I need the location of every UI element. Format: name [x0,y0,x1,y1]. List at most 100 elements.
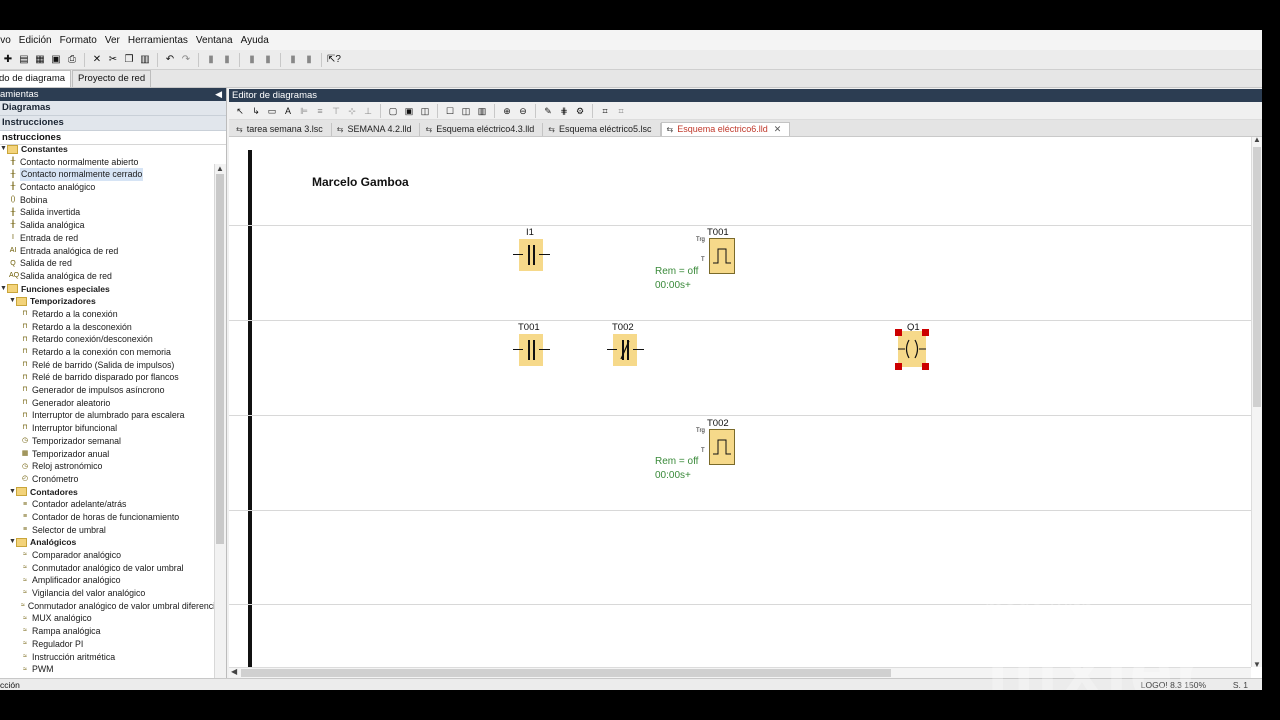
tree-item[interactable]: ╫ Contacto normalmente abierto [0,156,214,169]
tree-item[interactable]: ≈ MUX analógico [0,612,214,625]
align-left-icon[interactable]: ⊫ [298,105,310,117]
tree-item[interactable]: ⊓ Retardo conexión/desconexión [0,333,214,346]
new-file-icon[interactable]: ✚ [2,54,14,66]
offline-icon[interactable]: ▮ [303,54,315,66]
tree-item[interactable]: ⊓ Generador de impulsos asíncrono [0,384,214,397]
tree-item[interactable]: ⊓ Relé de barrido (Salida de impulsos) [0,359,214,372]
open-folder-icon[interactable]: ▦ [34,54,46,66]
tree-item[interactable]: ≈ Rampa analógica [0,625,214,638]
transfer-down-icon[interactable]: ▮ [262,54,274,66]
online-icon[interactable]: ▮ [287,54,299,66]
tree-item[interactable]: ⊓ Interruptor de alumbrado para escalera [0,409,214,422]
tree-scroll-thumb[interactable] [216,174,224,544]
section-instructions[interactable]: Instrucciones [0,116,226,131]
grid-icon[interactable]: ⋕ [558,105,570,117]
tree-item[interactable]: ╫ Salida analógica [0,219,214,232]
tree-item[interactable]: ⊓ Retardo a la conexión con memoria [0,346,214,359]
expand-toggle-icon[interactable]: ▼ [0,143,7,156]
menu-item-1[interactable]: Edición [15,35,56,46]
align-middle-icon[interactable]: ⊹ [346,105,358,117]
contact-t002-nc[interactable] [607,334,644,366]
tree-item[interactable]: ⊓ Generador aleatorio [0,397,214,410]
selection-handle[interactable] [895,363,902,370]
tree-item[interactable]: ≈ Vigilancia del valor analógico [0,587,214,600]
tree-item[interactable]: ⊓ Interruptor bifuncional [0,422,214,435]
properties-icon[interactable]: ⚙ [574,105,586,117]
selection-handle[interactable] [895,329,902,336]
contact-t001[interactable] [513,334,550,366]
tree-item[interactable]: ◴ Cronómetro [0,473,214,486]
menu-item-3[interactable]: Ver [101,35,124,46]
canvas-vertical-scrollbar[interactable]: ▲ ▼ [1251,135,1262,669]
undo-icon[interactable]: ↶ [164,54,176,66]
align-bottom-icon[interactable]: ⊥ [362,105,374,117]
tree-folder[interactable]: ▼ Contadores [0,486,214,499]
selection-handle[interactable] [922,329,929,336]
document-tab[interactable]: ⇆ tarea semana 3.lsc [231,123,332,136]
tree-item[interactable]: Q Salida de red [0,257,214,270]
tree-item[interactable]: ╫ Contacto analógico [0,181,214,194]
print-icon[interactable]: ⎙ [66,54,78,66]
tree-item[interactable]: ⊓ Retardo a la conexión [0,308,214,321]
align-center-icon[interactable]: ≡ [314,105,326,117]
constants-icon[interactable]: ▭ [266,105,278,117]
zoom-out-icon[interactable]: ⊖ [517,105,529,117]
timer-t002[interactable] [709,429,735,465]
redo-icon[interactable]: ↷ [180,54,192,66]
tree-item[interactable]: ≡ Contador adelante/atrás [0,498,214,511]
tree-item[interactable]: ≈ Conmutador analógico de valor umbral [0,562,214,575]
zoom-in-icon[interactable]: ⊕ [501,105,513,117]
block-icon[interactable]: ▢ [387,105,399,117]
cut-icon[interactable]: ✂ [107,54,119,66]
coil-q1[interactable] [895,329,929,370]
scroll-up-icon[interactable]: ▲ [1253,135,1261,144]
scroll-down-icon[interactable]: ▼ [1253,660,1261,669]
align-top-icon[interactable]: ⊤ [330,105,342,117]
section-diagrams[interactable]: Diagramas [0,101,226,116]
tree-item[interactable]: ≈ PWM [0,663,214,676]
expand-toggle-icon[interactable]: ▼ [9,536,16,549]
contact-i1[interactable] [513,239,550,271]
simulation-icon[interactable]: ▮ [205,54,217,66]
tree-item[interactable]: ≈ Amplificador analógico [0,574,214,587]
tree-item[interactable]: ⊓ Relé de barrido disparado por flancos [0,371,214,384]
view-single-icon[interactable]: ☐ [444,105,456,117]
network-alt-icon[interactable]: ⌗ [615,105,627,117]
tree-item[interactable]: () Bobina [0,194,214,207]
ladder-canvas[interactable]: Marcelo Gamboa I1 T001 Trg T Rem = off 0… [229,137,1251,667]
document-tab[interactable]: ⇆ Esquema eléctrico5.lsc [543,123,661,136]
tree-item[interactable]: ╫ Contacto normalmente cerrado [0,168,214,182]
menu-item-4[interactable]: Herramientas [124,35,192,46]
select-pointer-icon[interactable]: ↖ [234,105,246,117]
canvas-vscroll-thumb[interactable] [1253,147,1261,407]
tree-item[interactable]: ≈ Regulador PI [0,638,214,651]
network-icon[interactable]: ⌗ [599,105,611,117]
canvas-hscroll-thumb[interactable] [241,669,891,677]
simulation-stop-icon[interactable]: ▮ [221,54,233,66]
tree-item[interactable]: ≈ Instrucción aritmética [0,651,214,664]
tree-item[interactable]: ≈ Conmutador analógico de valor umbral di… [0,600,214,613]
tree-item[interactable]: ▦ Temporizador anual [0,448,214,461]
menu-item-5[interactable]: Ventana [192,35,237,46]
tree-item[interactable]: ≡ Selector de umbral [0,524,214,537]
block-alt-icon[interactable]: ▣ [403,105,415,117]
document-tab[interactable]: ⇆ Esquema eléctrico4.3.lld [420,123,544,136]
expand-toggle-icon[interactable]: ▼ [9,486,16,499]
edit-pen-icon[interactable]: ✎ [542,105,554,117]
tree-item[interactable]: ╫ Salida invertida [0,206,214,219]
tab-diagram-mode[interactable]: do de diagrama [0,70,72,87]
tree-item[interactable]: ⊓ Retardo a la desconexión [0,321,214,334]
delete-icon[interactable]: ✕ [91,54,103,66]
menu-item-6[interactable]: Ayuda [237,35,273,46]
copy-icon[interactable]: ❐ [123,54,135,66]
tree-item[interactable]: AI Entrada analógica de red [0,245,214,258]
tab-network-project[interactable]: Proyecto de red [72,70,152,87]
tree-item[interactable]: AQ Salida analógica de red [0,270,214,283]
text-icon[interactable]: A [282,105,294,117]
tree-item[interactable]: ≡ Contador de horas de funcionamiento [0,511,214,524]
connect-icon[interactable]: ↳ [250,105,262,117]
tree-item[interactable]: ≈ Comparador analógico [0,549,214,562]
tree-folder[interactable]: ▼ Analógicos [0,536,214,549]
selection-handle[interactable] [922,363,929,370]
document-tab[interactable]: ⇆ Esquema eléctrico6.lld ✕ [660,122,791,136]
